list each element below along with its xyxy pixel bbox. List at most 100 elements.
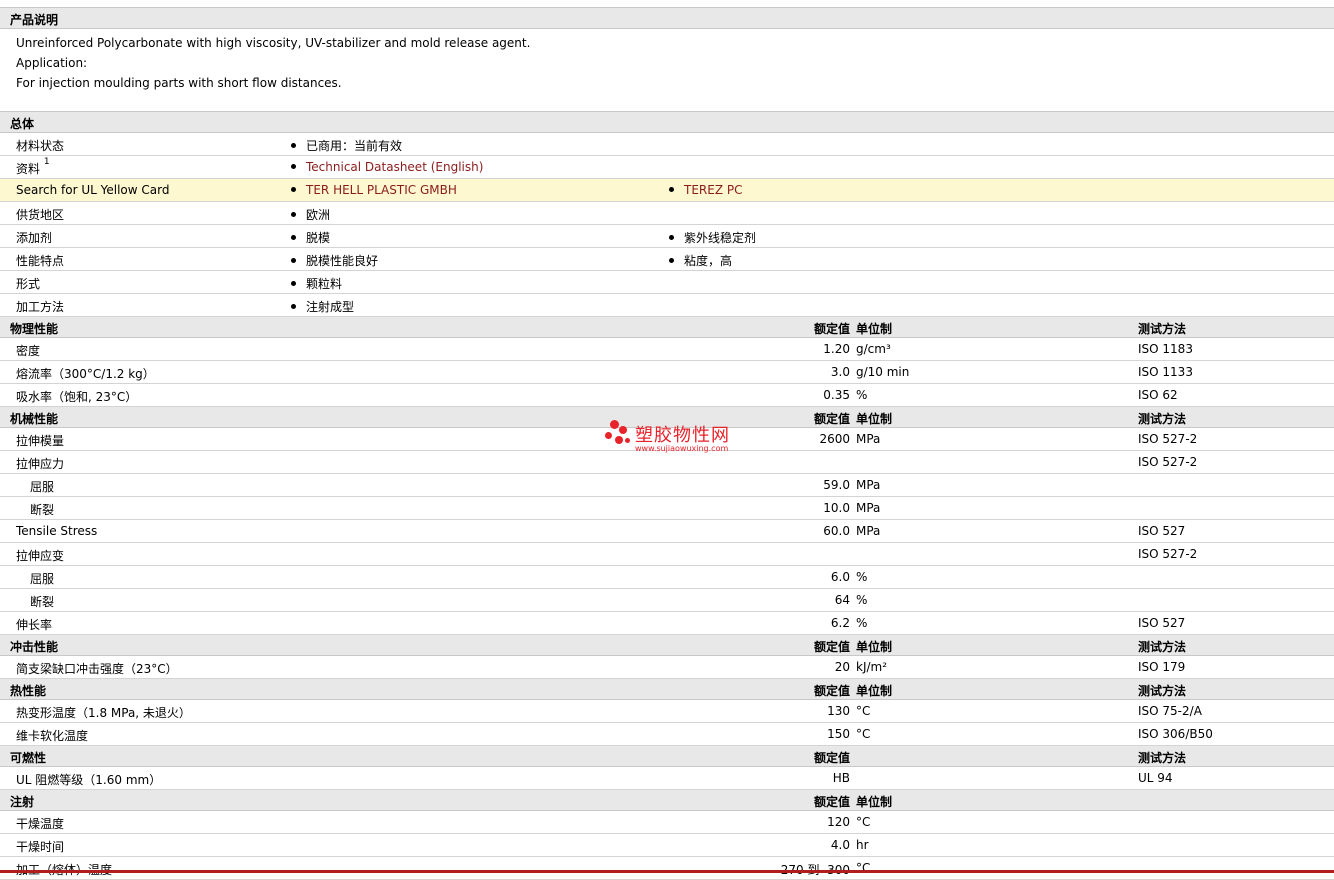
row-value-2: 粘度，高 <box>669 252 732 269</box>
datasheet-link[interactable]: Technical Datasheet (English) <box>306 160 483 174</box>
property-value: 6.2 <box>830 616 850 630</box>
property-subrow: 屈服 59.0 MPa <box>0 474 1334 497</box>
description-text: Unreinforced Polycarbonate with high vis… <box>16 36 531 50</box>
bullet-icon <box>291 187 296 192</box>
property-value: 150 <box>827 727 850 741</box>
ul-card-link-1[interactable]: TER HELL PLASTIC GMBH <box>306 183 457 197</box>
row-value: TER HELL PLASTIC GMBH <box>291 183 457 197</box>
property-label: 断裂 <box>30 595 55 609</box>
logo-dot-icon <box>610 420 619 429</box>
property-method: ISO 62 <box>1138 388 1178 402</box>
property-unit: MPa <box>856 501 881 515</box>
property-unit: °C <box>856 815 871 829</box>
row-label: 资料 1 <box>16 157 50 176</box>
section-header-flammability: 可燃性 额定值 测试方法 <box>0 746 1334 767</box>
general-row: 添加剂 脱模 紫外线稳定剂 <box>0 225 1334 248</box>
property-value: 0.35 <box>823 388 850 402</box>
col-header-unit: 单位制 <box>856 795 893 809</box>
col-header-unit: 单位制 <box>856 322 893 336</box>
property-row: 热变形温度（1.8 MPa, 未退火） 130 °C ISO 75-2/A <box>0 700 1334 723</box>
property-row: 熔流率（300°C/1.2 kg） 3.0 g/10 min ISO 1133 <box>0 361 1334 384</box>
row-label: 材料状态 <box>16 139 65 153</box>
property-value: 20 <box>834 660 850 674</box>
property-label: 干燥时间 <box>16 840 65 854</box>
section-title: 热性能 <box>10 684 47 698</box>
property-method: UL 94 <box>1138 771 1173 785</box>
property-value: 4.0 <box>830 838 850 852</box>
row-value: 欧洲 <box>291 206 330 223</box>
property-unit: % <box>856 388 868 402</box>
property-method: ISO 1183 <box>1138 342 1193 356</box>
property-unit: g/cm³ <box>856 342 891 356</box>
row-label: 供货地区 <box>16 208 65 222</box>
property-value: HB <box>832 771 850 785</box>
property-row: 简支梁缺口冲击强度（23°C） 20 kJ/m² ISO 179 <box>0 656 1334 679</box>
general-row: 供货地区 欧洲 <box>0 202 1334 225</box>
row-label: 添加剂 <box>16 231 53 245</box>
application-text: For injection moulding parts with short … <box>16 76 342 90</box>
property-value: 59.0 <box>823 478 850 492</box>
watermark-url: www.sujiaowuxing.com <box>635 444 729 453</box>
bullet-icon <box>291 258 296 263</box>
property-value: 120 <box>827 815 850 829</box>
general-row: 资料 1 Technical Datasheet (English) <box>0 156 1334 179</box>
section-title: 注射 <box>10 795 35 809</box>
bullet-icon <box>291 143 296 148</box>
col-header-method: 测试方法 <box>1138 412 1187 426</box>
property-row: 加工（熔体）温度 270 到 300 °C <box>0 857 1334 880</box>
general-row: 加工方法 注射成型 <box>0 294 1334 317</box>
bullet-icon <box>291 304 296 309</box>
bullet-icon <box>291 212 296 217</box>
description-block: Unreinforced Polycarbonate with high vis… <box>0 29 1334 112</box>
col-header-unit: 单位制 <box>856 640 893 654</box>
property-label: 熔流率（300°C/1.2 kg） <box>16 367 155 381</box>
section-header-physical: 物理性能 额定值 单位制 测试方法 <box>0 317 1334 338</box>
logo-dot-icon <box>605 432 612 439</box>
property-row: 干燥温度 120 °C <box>0 811 1334 834</box>
row-value: 已商用：当前有效 <box>291 137 402 154</box>
general-row: 形式 颗粒料 <box>0 271 1334 294</box>
property-value: 6.0 <box>830 570 850 584</box>
watermark-logo: 塑胶物性网 www.sujiaowuxing.com <box>603 418 733 458</box>
property-label: 干燥温度 <box>16 817 65 831</box>
property-unit: °C <box>856 727 871 741</box>
row-label: 加工方法 <box>16 300 65 314</box>
property-value: 1.20 <box>823 342 850 356</box>
row-value: 注射成型 <box>291 298 354 315</box>
property-unit: MPa <box>856 524 881 538</box>
col-header-method: 测试方法 <box>1138 751 1187 765</box>
property-value: 130 <box>827 704 850 718</box>
property-row: 拉伸应变 ISO 527-2 <box>0 543 1334 566</box>
property-label: 屈服 <box>30 480 55 494</box>
property-value: 64 <box>834 593 850 607</box>
row-value-2: 紫外线稳定剂 <box>669 229 756 246</box>
property-row: 吸水率（饱和, 23°C） 0.35 % ISO 62 <box>0 384 1334 407</box>
property-subrow: 断裂 10.0 MPa <box>0 497 1334 520</box>
bullet-icon <box>669 187 674 192</box>
property-row: 干燥时间 4.0 hr <box>0 834 1334 857</box>
section-title: 机械性能 <box>10 412 59 426</box>
property-label: 拉伸应力 <box>16 457 65 471</box>
row-value: 脱模性能良好 <box>291 252 378 269</box>
section-header-impact: 冲击性能 额定值 单位制 测试方法 <box>0 635 1334 656</box>
property-method: ISO 306/B50 <box>1138 727 1213 741</box>
section-header-description: 产品说明 <box>0 8 1334 29</box>
logo-dot-icon <box>615 436 623 444</box>
property-row: 密度 1.20 g/cm³ ISO 1183 <box>0 338 1334 361</box>
property-method: ISO 527 <box>1138 524 1186 538</box>
col-header-method: 测试方法 <box>1138 684 1187 698</box>
property-row: UL 阻燃等级（1.60 mm） HB UL 94 <box>0 767 1334 790</box>
property-method: ISO 527-2 <box>1138 432 1198 446</box>
ul-card-link-2[interactable]: TEREZ PC <box>684 183 742 197</box>
property-unit: hr <box>856 838 869 852</box>
property-label: 密度 <box>16 344 41 358</box>
row-value: 脱模 <box>291 229 330 246</box>
col-header-value: 额定值 <box>813 795 850 809</box>
bullet-icon <box>669 235 674 240</box>
section-title: 产品说明 <box>10 13 59 27</box>
col-header-method: 测试方法 <box>1138 322 1187 336</box>
property-row: Tensile Stress 60.0 MPa ISO 527 <box>0 520 1334 543</box>
row-label: 性能特点 <box>16 254 65 268</box>
logo-dot-icon <box>625 438 630 443</box>
bullet-icon <box>669 258 674 263</box>
